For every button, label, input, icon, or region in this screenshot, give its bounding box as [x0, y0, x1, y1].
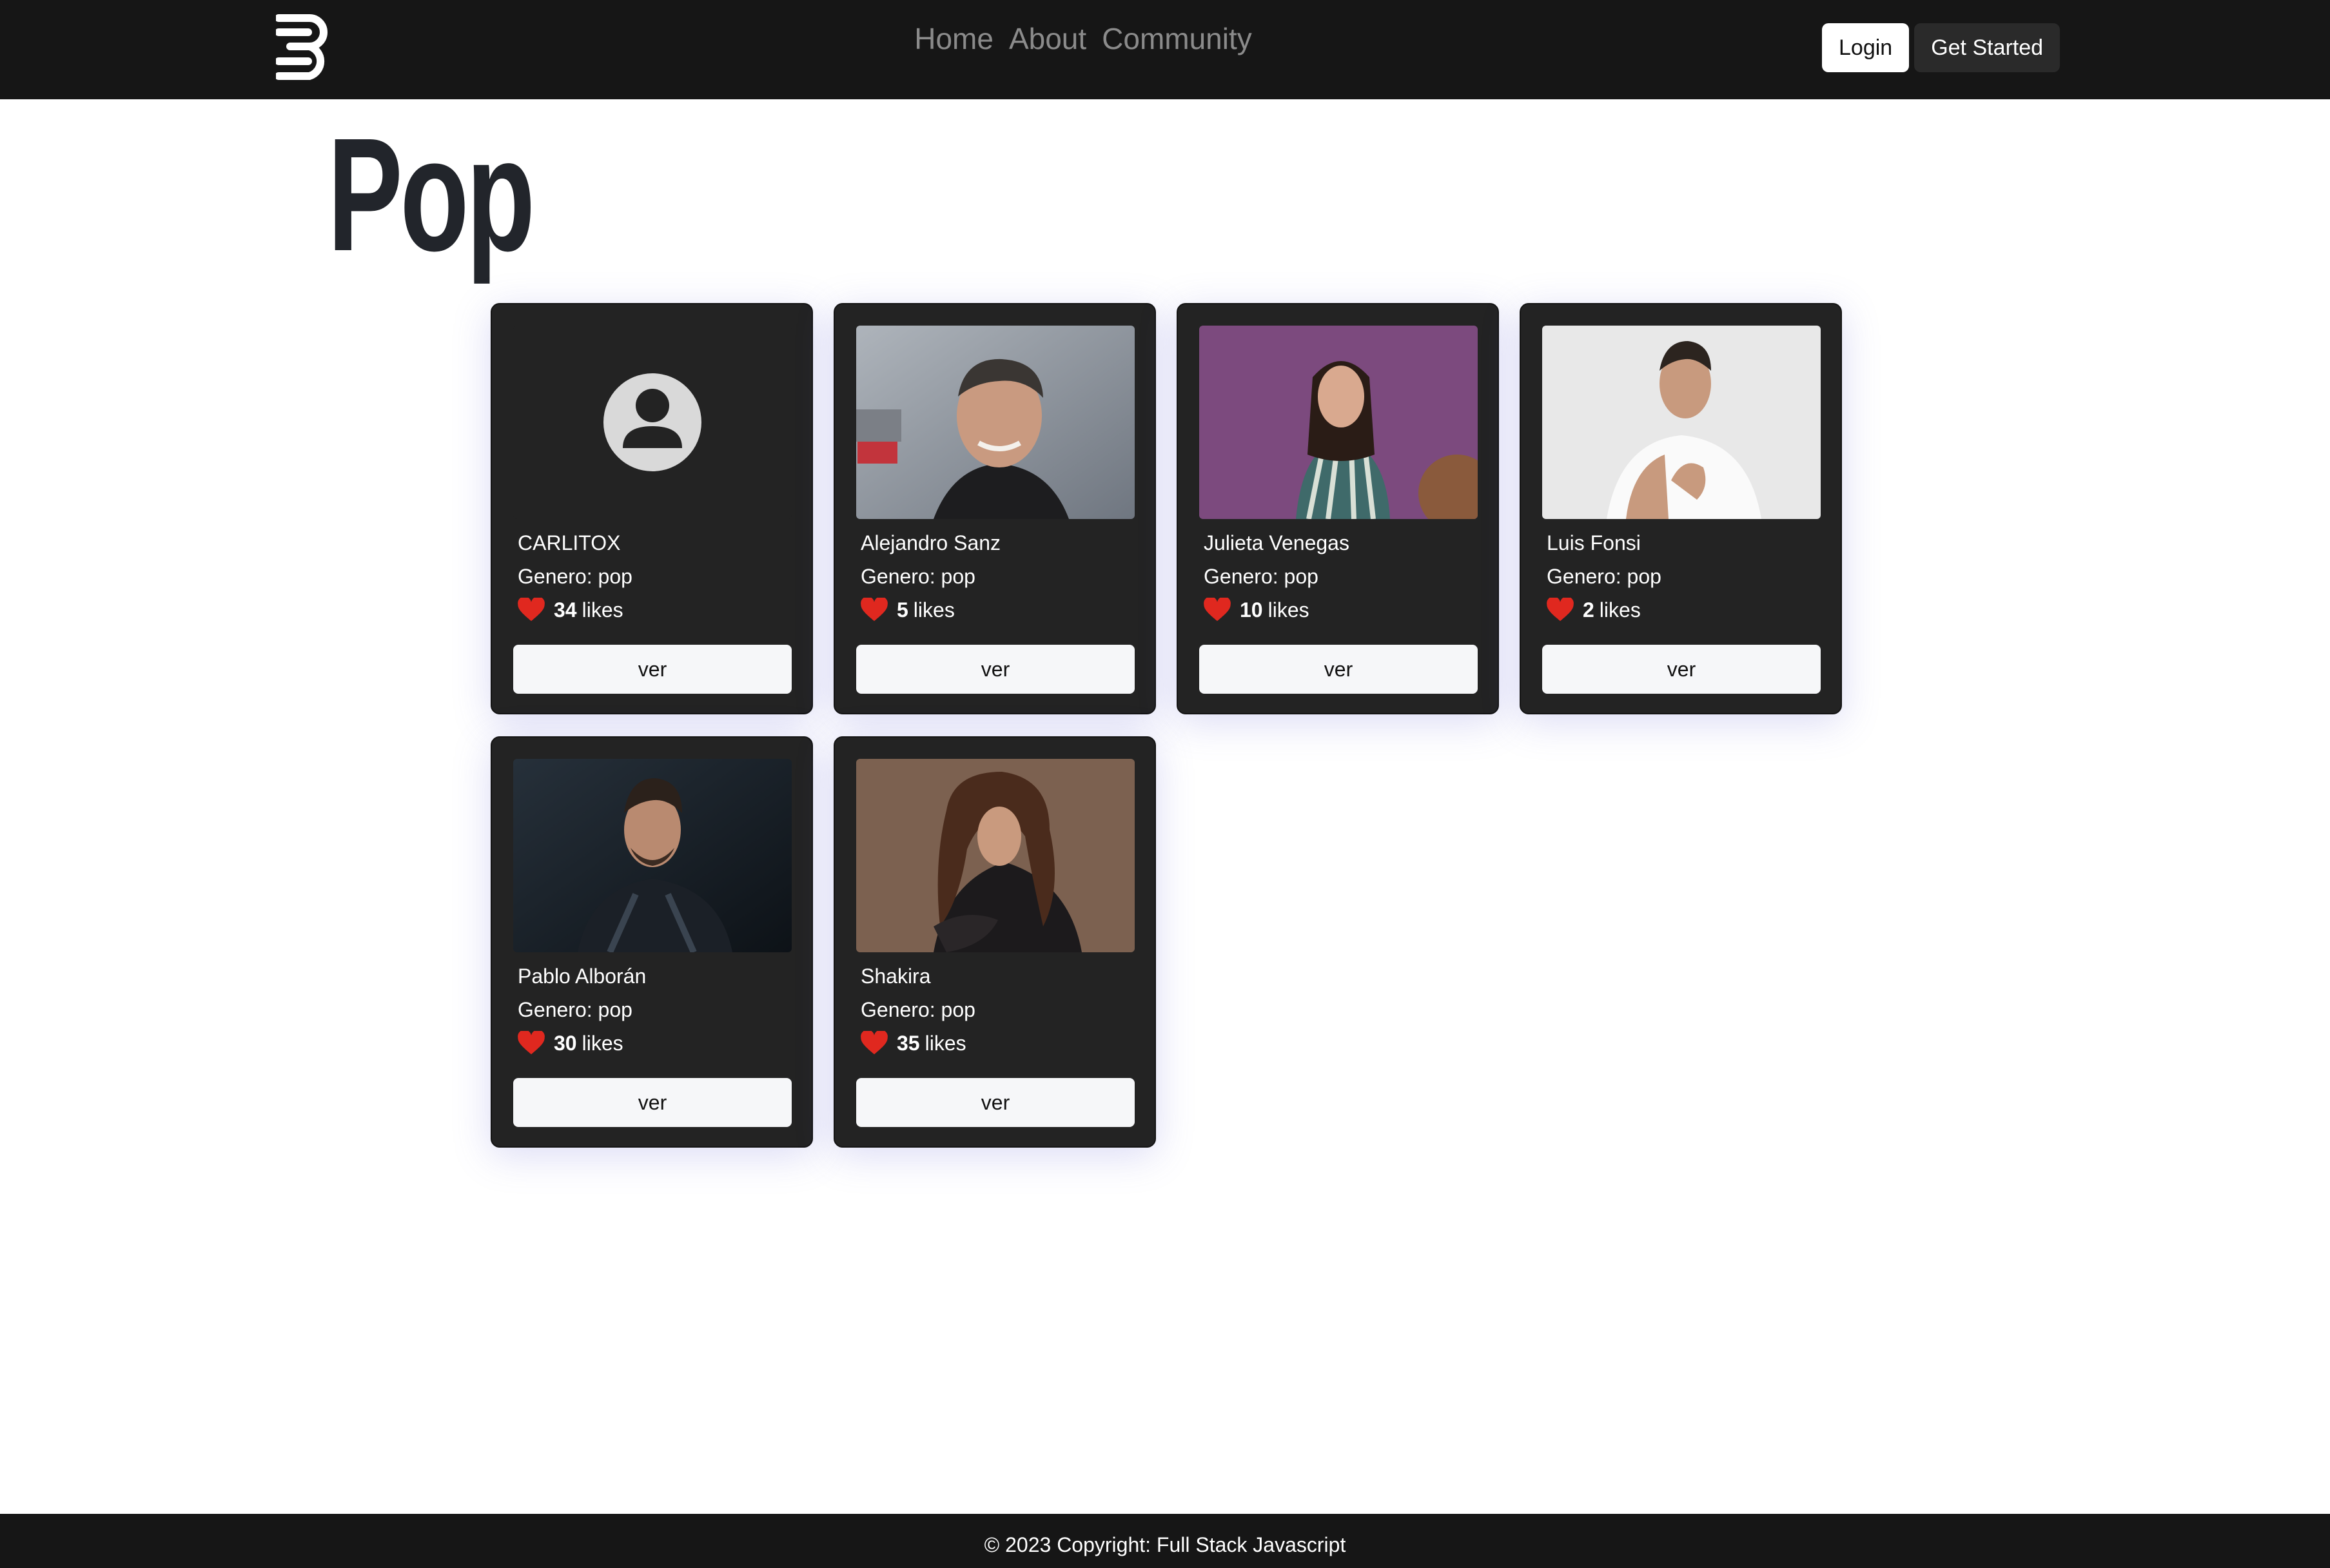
brand-logo-icon[interactable] [275, 12, 335, 83]
nav-actions: Login Get Started [1822, 23, 2061, 72]
artist-genre: Genero: pop [861, 565, 975, 588]
likes-label: likes [582, 598, 623, 622]
page-title: Pop [328, 104, 535, 284]
artist-name: Alejandro Sanz [861, 531, 1001, 554]
likes-count: 30 likes [518, 1026, 646, 1060]
navbar: Home About Community Login Get Started [0, 0, 2330, 99]
login-button[interactable]: Login [1822, 23, 1910, 72]
artist-photo[interactable] [1199, 326, 1478, 519]
artist-genre: Genero: pop [1547, 565, 1661, 588]
likes-label: likes [1268, 598, 1309, 622]
main-nav: Home About Community [890, 18, 1277, 59]
view-artist-button[interactable]: ver [513, 645, 792, 694]
artist-grid: CARLITOX Genero: pop 34 likes ver Alejan… [491, 303, 1842, 1148]
view-artist-button[interactable]: ver [856, 1078, 1135, 1127]
likes-count: 35 likes [861, 1026, 975, 1060]
artist-genre: Genero: pop [1204, 565, 1318, 588]
likes-number: 34 [554, 598, 577, 622]
artist-name: CARLITOX [518, 531, 621, 554]
artist-photo[interactable] [513, 759, 792, 952]
heart-icon[interactable] [1204, 598, 1231, 622]
likes-number: 30 [554, 1032, 577, 1055]
artist-photo[interactable] [856, 759, 1135, 952]
view-artist-button[interactable]: ver [513, 1078, 792, 1127]
artist-photo[interactable] [1542, 326, 1821, 519]
likes-number: 35 [897, 1032, 920, 1055]
artist-card: Julieta Venegas Genero: pop 10 likes ver [1177, 303, 1499, 714]
artist-card: Shakira Genero: pop 35 likes ver [834, 736, 1156, 1148]
view-artist-button[interactable]: ver [856, 645, 1135, 694]
likes-count: 10 likes [1204, 593, 1349, 627]
artist-name: Shakira [861, 965, 931, 988]
card-body: CARLITOX Genero: pop 34 likes [518, 526, 632, 627]
artist-card: Pablo Alborán Genero: pop 30 likes ver [491, 736, 813, 1148]
artist-name: Luis Fonsi [1547, 531, 1641, 554]
heart-icon[interactable] [861, 1031, 888, 1055]
likes-count: 34 likes [518, 593, 632, 627]
artist-genre: Genero: pop [518, 998, 632, 1021]
view-artist-button[interactable]: ver [1199, 645, 1478, 694]
likes-label: likes [1599, 598, 1641, 622]
artist-genre: Genero: pop [861, 998, 975, 1021]
artist-card: Alejandro Sanz Genero: pop 5 likes ver [834, 303, 1156, 714]
artist-photo[interactable] [856, 326, 1135, 519]
nav-home-link[interactable]: Home [914, 18, 994, 59]
nav-about-link[interactable]: About [1009, 18, 1086, 59]
card-body: Pablo Alborán Genero: pop 30 likes [518, 959, 646, 1060]
likes-label: likes [582, 1032, 623, 1055]
heart-icon[interactable] [1547, 598, 1574, 622]
artist-name: Julieta Venegas [1204, 531, 1349, 554]
heart-icon[interactable] [861, 598, 888, 622]
artist-card: CARLITOX Genero: pop 34 likes ver [491, 303, 813, 714]
get-started-button[interactable]: Get Started [1914, 23, 2061, 72]
artist-name: Pablo Alborán [518, 965, 647, 988]
card-body: Shakira Genero: pop 35 likes [861, 959, 975, 1060]
footer-copyright: © 2023 Copyright: Full Stack Javascript [984, 1533, 1346, 1556]
card-body: Alejandro Sanz Genero: pop 5 likes [861, 526, 1001, 627]
card-body: Luis Fonsi Genero: pop 2 likes [1547, 526, 1661, 627]
heart-icon[interactable] [518, 598, 545, 622]
artist-card: Luis Fonsi Genero: pop 2 likes ver [1520, 303, 1842, 714]
likes-label: likes [925, 1032, 966, 1055]
likes-number: 10 [1240, 598, 1263, 622]
nav-community-link[interactable]: Community [1102, 18, 1252, 59]
likes-number: 2 [1583, 598, 1594, 622]
user-placeholder-icon [513, 326, 792, 519]
likes-number: 5 [897, 598, 908, 622]
view-artist-button[interactable]: ver [1542, 645, 1821, 694]
heart-icon[interactable] [518, 1031, 545, 1055]
likes-label: likes [913, 598, 955, 622]
artist-genre: Genero: pop [518, 565, 632, 588]
card-body: Julieta Venegas Genero: pop 10 likes [1204, 526, 1349, 627]
footer: © 2023 Copyright: Full Stack Javascript [0, 1514, 2330, 1568]
likes-count: 5 likes [861, 593, 1001, 627]
likes-count: 2 likes [1547, 593, 1661, 627]
